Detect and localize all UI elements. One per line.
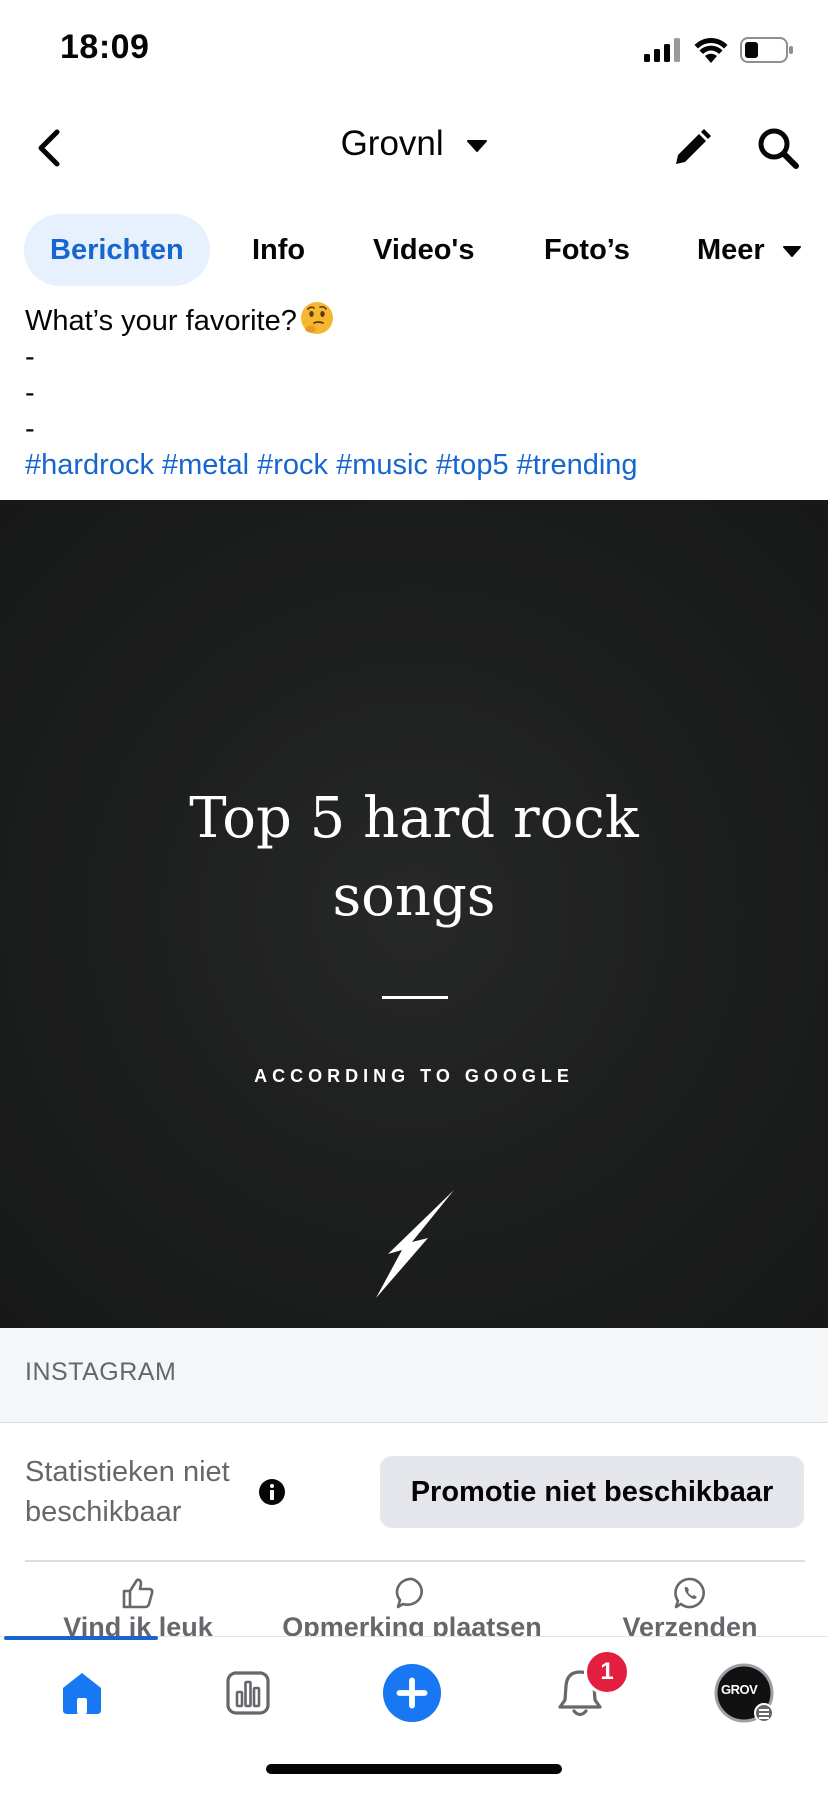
info-icon[interactable] [258,1478,286,1506]
tab-info[interactable]: Info [252,214,305,286]
image-divider [382,996,448,999]
post-caption-line: What’s your favorite? [25,305,297,337]
tab-home[interactable] [52,1663,112,1723]
comment-label: Opmerking plaatsen [282,1612,542,1636]
post-image[interactable]: Top 5 hard rock songs ACCORDING TO GOOGL… [0,500,828,1328]
caption-dash-line: - [25,377,35,409]
edit-button[interactable] [668,124,716,172]
image-title-line-2: songs [332,864,496,929]
caption-dash-line: - [25,413,35,445]
like-label: Vind ik leuk [63,1612,213,1636]
like-button[interactable]: Vind ik leuk [40,1576,236,1636]
send-label: Verzenden [622,1612,758,1636]
hashtag-links[interactable]: #hardrock #metal #rock #music #top5 #tre… [25,447,638,483]
caption-dash-line: - [25,341,35,373]
page-tabs: Berichten Info Video's Foto’s Meer [0,214,828,290]
search-icon [758,128,799,169]
divider [25,1560,805,1562]
source-bar: INSTAGRAM [0,1328,828,1423]
profile-avatar-initials: GROV [721,1682,758,1697]
battery-icon [740,37,793,63]
whatsapp-icon [674,1577,705,1609]
tab-profile[interactable]: GROV [714,1663,774,1723]
cellular-signal-icon [644,38,680,62]
tab-videos[interactable]: Video's [373,214,474,286]
status-time: 18:09 [60,28,150,66]
tab-berichten[interactable]: Berichten [24,214,210,286]
thumbs-up-icon [122,1578,154,1609]
image-title-line-1: Top 5 hard rock [189,786,639,851]
image-title: Top 5 hard rock songs [0,780,828,936]
plus-icon [382,1663,442,1723]
send-button[interactable]: Verzenden [600,1576,780,1636]
post-caption: What’s your favorite? - - - #hardrock #m… [25,300,638,483]
lightning-bolt-icon [376,1190,454,1298]
tab-insights[interactable] [218,1663,278,1723]
page-title: Grovnl [340,124,444,163]
create-post-button[interactable] [382,1663,442,1723]
stats-unavailable-text: Statistieken niet beschikbaar [25,1456,230,1528]
comment-button[interactable]: Opmerking plaatsen [262,1576,562,1636]
caret-down-icon [467,139,488,152]
home-icon [63,1673,101,1714]
tab-meer[interactable]: Meer [697,214,801,286]
insights-chart-icon [226,1671,270,1715]
status-icons [642,34,794,66]
promote-button[interactable]: Promotie niet beschikbaar [380,1456,804,1528]
pencil-icon [676,129,711,164]
home-indicator[interactable] [266,1764,562,1774]
source-label: INSTAGRAM [25,1358,177,1386]
wifi-icon [694,38,728,63]
comment-bubble-icon [395,1577,423,1609]
tab-fotos[interactable]: Foto’s [544,214,630,286]
tab-meer-label: Meer [697,234,765,266]
notification-badge: 1 [584,1649,630,1695]
thinking-face-icon [300,302,333,334]
active-tab-indicator [4,1636,158,1640]
search-button[interactable] [754,124,802,172]
image-subtitle: ACCORDING TO GOOGLE [254,1066,574,1086]
caret-down-icon [782,245,801,257]
